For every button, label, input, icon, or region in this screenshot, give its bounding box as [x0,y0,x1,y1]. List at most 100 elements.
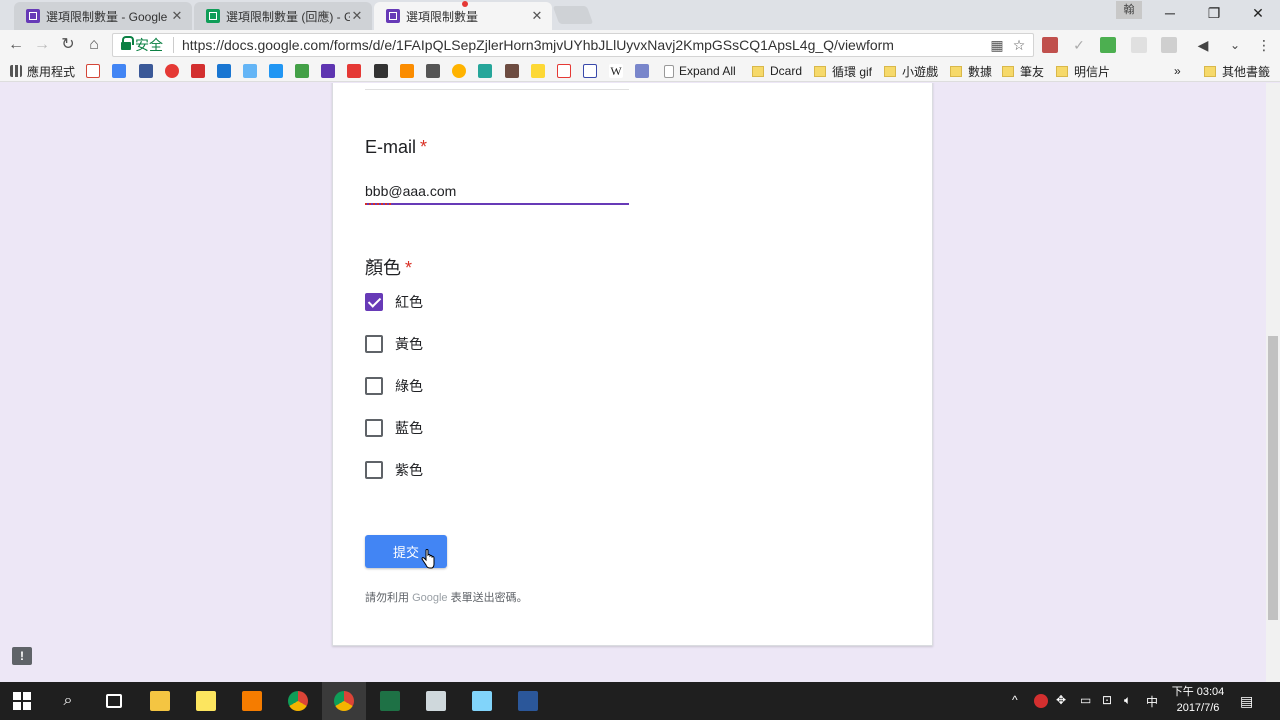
chevron-down-icon[interactable]: ⌄ [1227,37,1243,53]
secure-label: 安全 [135,37,163,53]
url-text[interactable]: https://docs.google.com/forms/d/e/1FAIpQ… [182,37,989,53]
yahoo-icon[interactable] [321,64,335,78]
bookmark-star-icon[interactable]: ☆ [1011,37,1027,53]
system-clock[interactable]: 下午 03:04 2017/7/6 [1168,684,1228,716]
close-icon[interactable]: ✕ [350,8,364,24]
color-option-purple[interactable]: 紫色 [365,460,423,480]
notepad-icon[interactable] [460,682,504,720]
gmail-icon[interactable] [86,64,100,78]
color-option-red[interactable]: 紅色 [365,292,423,312]
bookmark-icon[interactable] [452,64,466,78]
required-mark: * [420,137,428,157]
tab-forms-editor[interactable]: 選項限制數量 - Google 表 ✕ [14,2,192,30]
pdf-extension-icon[interactable] [1042,37,1058,53]
bookmark-icon[interactable] [635,64,649,78]
extension-icon[interactable] [1131,37,1147,53]
qr-code-icon[interactable]: ▦ [989,37,1005,53]
bookmark-folder-postcard[interactable]: 明信片 [1056,63,1110,79]
close-icon[interactable]: ✕ [530,8,544,24]
color-option-yellow[interactable]: 黃色 [365,334,423,354]
bookmarks-overflow-button[interactable]: » [1174,63,1181,79]
checkbox-icon[interactable] [365,419,383,437]
word-icon[interactable] [506,682,550,720]
start-button[interactable] [0,682,44,720]
folder-icon [1204,65,1216,77]
tray-expand-icon[interactable]: ^ [1012,693,1018,707]
tab-form-view[interactable]: 選項限制數量 ✕ [374,1,552,30]
speaker-extension-icon[interactable]: ◀ [1195,37,1211,53]
google-icon[interactable] [112,64,126,78]
scrollbar[interactable] [1266,83,1280,682]
task-view-icon[interactable] [92,682,136,720]
bookmark-icon[interactable] [374,64,388,78]
bookmark-folder-games[interactable]: 小遊戲 [884,63,938,79]
excel-icon[interactable] [368,682,412,720]
tray-app-icon[interactable] [1034,694,1048,708]
bookmark-icon[interactable] [583,64,597,78]
wikipedia-icon[interactable]: W [609,64,623,78]
phone-answer[interactable]: 0912345678 [365,83,629,90]
youtube-icon[interactable] [347,64,361,78]
network-icon[interactable]: ⊡ [1102,693,1112,707]
ime-indicator[interactable]: 中 [1146,693,1158,710]
checkbox-icon[interactable] [365,377,383,395]
file-explorer-icon[interactable] [138,682,182,720]
new-tab-button[interactable] [552,6,594,24]
reload-icon[interactable]: ↻ [58,35,78,55]
minimize-icon[interactable]: ─ [1148,0,1192,26]
bookmark-folder-penpal[interactable]: 筆友 [1002,63,1044,79]
bookmark-folder-other[interactable]: 其他書籤 [1204,63,1270,79]
restore-icon[interactable]: ❐ [1192,0,1236,26]
chrome-active-icon[interactable] [322,682,366,720]
window-close-icon[interactable]: ✕ [1236,0,1280,26]
extension-icon[interactable] [1161,37,1177,53]
recording-indicator-icon [462,1,468,7]
checkbox-icon[interactable] [365,461,383,479]
volume-icon[interactable]: 🔈︎ [1124,693,1131,708]
flipboard-icon[interactable] [191,64,205,78]
apps-shortcut[interactable]: 應用程式 [10,63,75,79]
bookmark-folder-gif[interactable]: 循環 gif [814,63,872,79]
bookmark-icon[interactable] [217,64,231,78]
bookmark-icon[interactable] [426,64,440,78]
media-player-icon[interactable] [230,682,274,720]
home-icon[interactable]: ⌂ [84,35,104,55]
bookmark-icon[interactable] [478,64,492,78]
bookmark-expand-all[interactable]: Expand All [664,63,736,79]
maps-icon[interactable] [295,64,309,78]
address-bar[interactable]: 安全 https://docs.google.com/forms/d/e/1FA… [112,33,1034,57]
notification-center-icon[interactable]: ▤ [1240,693,1253,710]
bookmark-icon[interactable] [505,64,519,78]
check-extension-icon[interactable]: ✓ [1071,37,1087,53]
back-icon[interactable]: ← [6,35,26,55]
mail-icon[interactable] [243,64,257,78]
feedback-icon[interactable]: ! [12,647,32,665]
scrollbar-thumb[interactable] [1268,336,1278,620]
battery-icon[interactable]: ▭ [1080,693,1091,707]
color-option-blue[interactable]: 藍色 [365,418,423,438]
color-option-green[interactable]: 綠色 [365,376,423,396]
network-app-icon[interactable] [414,682,458,720]
menu-icon[interactable]: ⋮ [1256,37,1272,53]
clock-time: 下午 03:04 [1171,686,1225,698]
facebook-icon[interactable] [139,64,153,78]
close-icon[interactable]: ✕ [170,8,184,24]
chrome-icon[interactable] [276,682,320,720]
bookmark-icon[interactable] [531,64,545,78]
dropbox-icon[interactable]: ✥ [1056,693,1066,707]
checkbox-icon[interactable] [365,335,383,353]
forward-icon[interactable]: → [32,35,52,55]
bookmark-folder-data[interactable]: 數據 [950,63,992,79]
translate-icon[interactable] [269,64,283,78]
bookmark-folder-dcard[interactable]: Dcard [752,63,802,79]
email-value: bbb@aaa.com [365,183,457,199]
profile-button[interactable]: 翰 [1116,1,1142,19]
search-icon[interactable]: ⌕ [46,682,90,720]
bookmark-icon[interactable] [557,64,571,78]
pinterest-icon[interactable] [165,64,179,78]
extension-icon[interactable] [1100,37,1116,53]
tab-responses-sheet[interactable]: 選項限制數量 (回應) - Go ✕ [194,2,372,30]
sticky-notes-icon[interactable] [184,682,228,720]
checkbox-checked-icon[interactable] [365,293,383,311]
bookmark-icon[interactable] [400,64,414,78]
